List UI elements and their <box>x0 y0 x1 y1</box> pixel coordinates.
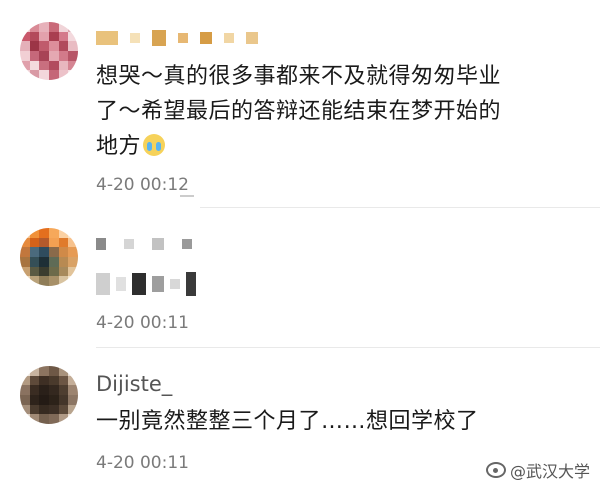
comment-text-redacted <box>96 272 196 296</box>
comment-text: 想哭～真的很多事都来不及就得匆匆毕业 了～希望最后的答辩还能结束在梦开始的 地方 <box>96 59 576 164</box>
redacted-block <box>182 239 192 249</box>
avatar[interactable] <box>20 366 78 424</box>
divider <box>200 207 600 208</box>
redacted-block <box>96 31 118 45</box>
redacted-block <box>152 30 166 46</box>
redacted-block <box>96 238 106 250</box>
redacted-block <box>132 273 146 295</box>
redacted-block <box>178 33 188 43</box>
redacted-block <box>186 272 196 296</box>
watermark-text: @武汉大学 <box>509 462 590 481</box>
comment-text-line: 了～希望最后的答辩还能结束在梦开始的 <box>96 99 502 124</box>
comment-author[interactable]: Dijiste_ <box>96 372 172 396</box>
username-redacted[interactable] <box>96 238 192 250</box>
comment-text: 一别竟然整整三个月了……想回学校了 <box>96 409 479 434</box>
watermark: @武汉大学 <box>485 458 590 482</box>
username-redacted[interactable] <box>96 30 258 46</box>
redacted-block <box>224 33 234 43</box>
redacted-block <box>170 279 180 289</box>
comment-item: 想哭～真的很多事都来不及就得匆匆毕业 了～希望最后的答辩还能结束在梦开始的 地方… <box>0 0 600 208</box>
redacted-block <box>152 238 164 250</box>
comment-timestamp: 4-20 00:11 <box>96 453 189 473</box>
divider <box>96 347 600 348</box>
comment-text-line: 想哭～真的很多事都来不及就得匆匆毕业 <box>96 64 502 89</box>
comment-text-line: 地方 <box>96 129 576 164</box>
redacted-block <box>130 33 140 43</box>
redacted-block <box>96 273 110 295</box>
avatar[interactable] <box>20 22 78 80</box>
comment-timestamp: 4-20 00:12 <box>96 175 189 195</box>
comment-item: 4-20 00:11 <box>0 210 600 350</box>
crying-face-icon <box>143 134 166 156</box>
redacted-block <box>124 239 134 249</box>
avatar[interactable] <box>20 228 78 286</box>
weibo-icon <box>485 462 506 478</box>
comment-timestamp: 4-20 00:11 <box>96 313 189 333</box>
redacted-block <box>152 276 164 292</box>
redacted-block <box>200 32 212 44</box>
redacted-block <box>246 32 258 44</box>
divider-mark <box>180 195 194 197</box>
redacted-block <box>116 277 126 291</box>
